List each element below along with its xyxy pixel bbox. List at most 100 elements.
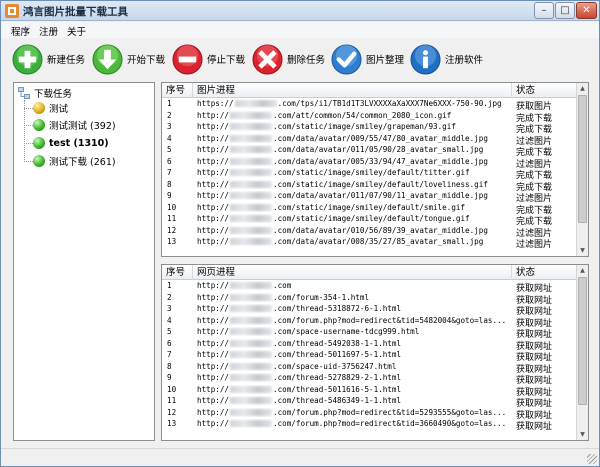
table-row[interactable]: 4 http:// .com/data/avatar/009/55/47/80_av… [162,134,576,147]
table-row[interactable]: 1 http://.com 获取网址 [162,281,576,294]
redacted-domain [230,408,273,416]
column-header-image-progress[interactable]: 图片进程 [193,83,512,98]
column-header-page-progress[interactable]: 网页进程 [193,265,512,280]
scroll-down-arrow-icon[interactable]: ▼ [577,429,588,440]
stop-download-button[interactable]: 停止下载 [172,42,245,76]
redacted-domain [230,328,273,335]
table-row[interactable]: 2 http:// .com/att/common/54/common_2080_i… [162,110,576,124]
title-bar[interactable]: 鸿言图片批量下载工具 – □ ✕ [1,1,599,21]
tree-branch [24,108,33,109]
redacted-domain [234,100,277,107]
row-index: 12 [167,407,177,417]
start-download-label: 开始下载 [127,55,166,66]
table-row[interactable]: 6 http:// .com/data/avatar/005/33/94/47_av… [162,156,576,170]
table-row[interactable]: 1 https:// .com/tps/i1/TB1d1T3LVXXXXaXaXXX… [162,99,576,112]
row-index: 10 [167,202,177,212]
table-row[interactable]: 11 http:// .com/static/image/smiley/defaul… [162,214,576,227]
organize-images-label: 图片整理 [366,55,405,66]
table-row[interactable]: 13 http:// .com/data/avatar/008/35/27/85_a… [162,237,576,250]
row-url: http:// .com [197,281,510,290]
menu-register[interactable]: 注册 [39,24,58,38]
column-header-index[interactable]: 序号 [162,265,193,280]
row-url: http:// .com/thread-5486349-1-1.html [197,396,510,405]
tree-item-task[interactable]: test (1310) [33,136,109,150]
vertical-scrollbar[interactable]: ▲ ▼ [576,265,588,440]
table-row[interactable]: 13 http:// .com/forum.php?mod=redirect&tid… [162,419,576,432]
vertical-scrollbar[interactable]: ▲ ▼ [576,83,588,256]
scroll-up-arrow-icon[interactable]: ▲ [577,83,588,94]
url-path: .com/forum.php?mod=redirect&tid=5293555&… [273,407,507,417]
url-path: .com/att/common/54/common_2080_icon.gif [273,110,452,120]
redacted-domain [230,420,273,427]
url-prefix: http:// [197,122,230,131]
table-row[interactable]: 3 http://.com/thread-5318872-6-1.html 获取网址 [162,304,576,317]
tree-branch [24,125,33,126]
url-path: .com/thread-5011616-5-1.html [273,384,402,394]
row-index: 11 [167,214,177,223]
scrollbar-thumb[interactable] [578,277,587,405]
window-title: 鸿言图片批量下载工具 [23,6,128,18]
table-row[interactable]: 12 http:// .com/forum.php?mod=redirect&tid… [162,407,576,421]
table-row[interactable]: 7 http://.com/thread-5011697-5-1.html 获取网址 [162,350,576,363]
start-download-button[interactable]: 开始下载 [92,42,165,76]
url-path: .com/data/avatar/011/07/90/11_avatar_mid… [273,191,488,200]
minimize-button[interactable]: – [534,2,554,19]
tree-item-label: test (1310) [49,137,109,149]
table-row[interactable]: 9 http:// .com/data/avatar/011/07/90/11_av… [162,191,576,204]
table-row[interactable]: 10 http:// .com/static/image/smiley/defaul… [162,202,576,216]
tree-item-task[interactable]: 测试测试 (392) [33,118,116,132]
table-row[interactable]: 2 http://.com/forum-354-1.html 获取网址 [162,293,576,306]
table-row[interactable]: 5 http:// .com/data/avatar/011/05/90/28_av… [162,145,576,158]
row-url: http:// .com/forum.php?mod=redirect&tid=5… [197,408,510,417]
column-header-index[interactable]: 序号 [162,83,193,98]
redacted-domain [230,293,273,301]
menu-program[interactable]: 程序 [11,24,30,38]
redacted-domain [230,203,273,211]
scroll-up-arrow-icon[interactable]: ▲ [577,265,588,276]
resize-grip-icon[interactable] [587,454,597,464]
delete-task-button[interactable]: 删除任务 [252,42,325,76]
menu-about[interactable]: 关于 [67,24,86,38]
table-row[interactable]: 11 http://.com/thread-5486349-1-1.html 获取网… [162,396,576,409]
table-row[interactable]: 7 http:// .com/static/image/smiley/default… [162,168,576,181]
register-software-button[interactable]: 注册软件 [410,42,483,76]
table-row[interactable]: 8 http://.com/space-uid-3756247.html 获取网址 [162,361,576,375]
column-header-status[interactable]: 状态 [512,265,578,280]
app-logo-icon [5,4,19,18]
maximize-button[interactable]: □ [555,2,575,19]
table-row[interactable]: 10 http://.com/thread-5011616-5-1.html 获取网… [162,384,576,398]
table-row[interactable]: 6 http://.com/thread-5492038-1-1.html 获取网址 [162,338,576,352]
url-prefix: http:// [197,304,230,313]
table-row[interactable]: 12 http:// .com/data/avatar/010/56/89/39_a… [162,225,576,239]
tree-item-task[interactable]: 测试下载 (261) [33,154,116,168]
url-path: .com/static/image/smiley/grapeman/93.gif [273,122,456,131]
redacted-domain [230,180,273,188]
url-path: .com/tps/i1/TB1d1T3LVXXXXaXaXXX7Ne6XXX-7… [277,99,502,108]
row-index: 6 [167,338,172,348]
row-index: 6 [167,156,172,166]
row-url: http:// .com/thread-5318872-6-1.html [197,304,510,313]
tree-item-task[interactable]: 测试 [33,101,68,115]
organize-images-button[interactable]: 图片整理 [331,42,404,76]
page-progress-table[interactable]: 序号 网页进程 状态 1 http:// .com 获取网址 2 http:// .com/… [161,264,589,441]
row-index: 8 [167,361,172,371]
table-row[interactable]: 3 http:// .com/static/image/smiley/grapema… [162,122,576,135]
scrollbar-thumb[interactable] [578,95,587,223]
toolbar: 新建任务 开始下载 停止下载 删除任务 图片整理 注册软件 [1,38,599,80]
task-tree[interactable]: 下载任务 测试 测试测试 (392) test (1310) 测试下载 (261… [13,82,155,441]
url-prefix: http:// [197,225,230,235]
table-row[interactable]: 4 http:// .com/forum.php?mod=redirect&tid=… [162,315,576,329]
row-index: 4 [167,315,172,325]
redacted-domain [230,192,273,199]
close-button[interactable]: ✕ [576,2,597,19]
tree-root[interactable]: 下载任务 [18,86,72,100]
scroll-down-arrow-icon[interactable]: ▼ [577,245,588,256]
status-bar [1,448,599,466]
table-row[interactable]: 9 http://.com/thread-5278829-2-1.html 获取网址 [162,373,576,386]
table-row[interactable]: 8 http:// .com/static/image/smiley/default… [162,180,576,193]
column-header-status[interactable]: 状态 [512,83,578,98]
table-row[interactable]: 5 http:// .com/space-username-tdcg999.html… [162,327,576,340]
new-task-button[interactable]: 新建任务 [12,42,85,76]
image-progress-table[interactable]: 序号 图片进程 状态 1 https:// .com/tps/i1/TB1d1T3L… [161,82,589,257]
status-ball-icon [33,155,45,167]
